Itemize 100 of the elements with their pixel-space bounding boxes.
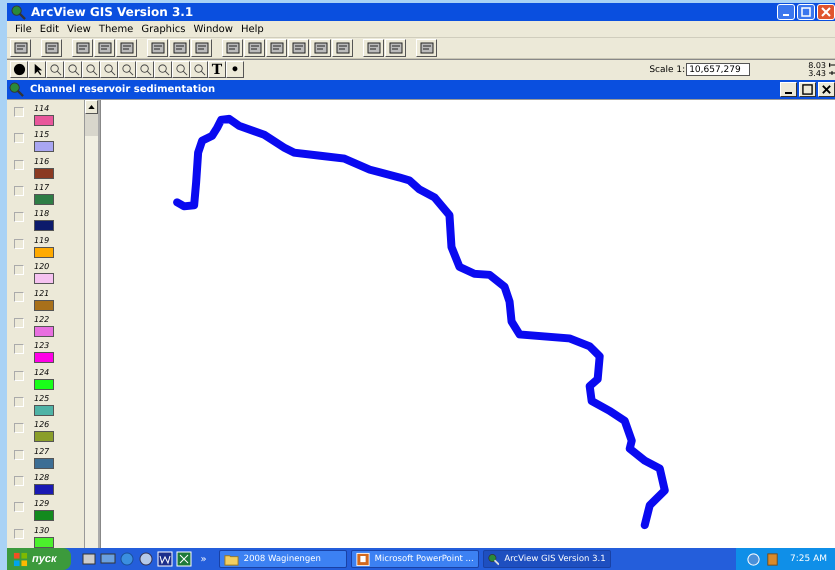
checkbox[interactable] (14, 423, 24, 434)
checkbox[interactable] (14, 292, 24, 302)
measure-tool-button[interactable] (136, 61, 154, 78)
checkbox[interactable] (14, 160, 24, 170)
zoom-out-tool-button[interactable] (100, 61, 118, 78)
menu-item[interactable]: View (63, 24, 95, 34)
checkbox[interactable] (14, 238, 24, 249)
checkbox[interactable] (14, 528, 24, 539)
lightning-tool-button[interactable] (154, 61, 172, 78)
windows-flag-icon (13, 552, 28, 566)
checkbox[interactable] (14, 265, 24, 276)
scroll-thumb[interactable] (85, 114, 98, 136)
binoculars-button[interactable] (147, 39, 168, 57)
menu-item[interactable]: Edit (36, 24, 64, 34)
checkbox[interactable] (14, 370, 24, 381)
frame-tool-button[interactable] (64, 61, 82, 78)
scrollbar[interactable] (84, 100, 98, 548)
battery-icon[interactable] (765, 552, 780, 566)
up-arrow-icon (88, 105, 95, 109)
save-button[interactable] (10, 39, 31, 57)
maximize-icon (800, 6, 812, 18)
select-tool-button[interactable] (172, 61, 190, 78)
layer-select-button[interactable] (266, 39, 287, 57)
layer-add-button[interactable] (222, 39, 243, 57)
text-tool-button[interactable]: • (226, 61, 244, 78)
legend-label: 116 (34, 156, 50, 166)
maximize-button[interactable] (799, 82, 816, 97)
add-button[interactable] (41, 39, 62, 57)
more-button[interactable]: » (200, 554, 207, 564)
minimize-button[interactable] (780, 82, 797, 97)
menu-item[interactable]: Window (190, 24, 237, 34)
help-button[interactable] (416, 39, 437, 57)
checkbox[interactable] (14, 133, 24, 144)
legend-label: 119 (34, 236, 50, 245)
arrow-tool-button[interactable] (28, 61, 46, 78)
properties-button[interactable] (72, 39, 93, 57)
pencil-button[interactable] (94, 39, 115, 57)
y-coordinate: 3.43 (808, 70, 826, 78)
hand-tool-button[interactable] (118, 61, 136, 78)
checkbox[interactable] (14, 107, 24, 117)
scale-field[interactable]: 10,657,279 (686, 63, 750, 76)
legend-label: 122 (34, 314, 50, 324)
document-icon[interactable] (156, 551, 173, 567)
taskbar-button[interactable]: 2008 Waginengen (218, 550, 347, 568)
checkbox[interactable] (14, 396, 24, 407)
zoom-out-icon (102, 63, 116, 76)
spreadsheet-icon[interactable] (176, 551, 192, 567)
polygon-tool-button[interactable] (190, 61, 208, 78)
table-button[interactable] (116, 39, 137, 57)
zoom-previous-button[interactable] (332, 39, 353, 57)
legend-label: 117 (34, 183, 50, 192)
layer-edit-button[interactable] (244, 39, 265, 57)
grid-button[interactable] (363, 39, 384, 57)
legend-label: 127 (34, 446, 50, 456)
taskbar-button[interactable]: Microsoft PowerPoint ... (350, 550, 479, 568)
hammer-button[interactable] (191, 39, 212, 57)
menu-item[interactable]: Graphics (137, 24, 190, 34)
taskbar-button[interactable]: ArcView GIS Version 3.1 (482, 550, 611, 568)
close-icon (821, 84, 832, 95)
checkbox[interactable] (14, 450, 24, 460)
zoom-in-tool-button[interactable] (82, 61, 100, 78)
checkbox[interactable] (14, 186, 24, 196)
menu-item[interactable]: Theme (94, 24, 138, 34)
legend-label: 128 (34, 473, 50, 482)
window-title: ArcView GIS Version 3.1 (31, 5, 194, 19)
checkbox[interactable] (14, 318, 24, 328)
globe-magnifier-icon (488, 552, 500, 566)
menu-item[interactable]: Help (236, 24, 268, 34)
close-button[interactable] (818, 82, 835, 97)
info-tool-button[interactable] (10, 61, 28, 78)
layout-button[interactable] (385, 39, 406, 57)
vertex-tool-button[interactable] (46, 61, 64, 78)
info-icon (12, 63, 26, 76)
quick-launch-icon[interactable] (80, 551, 97, 567)
menu-item[interactable]: File (11, 24, 36, 34)
view-title: Channel reservoir sedimentation (30, 84, 216, 95)
globe-magnifier-icon (9, 82, 24, 97)
media-icon[interactable] (138, 551, 154, 567)
legend-label: 121 (34, 288, 50, 298)
x-coordinate: 8.03 (808, 62, 826, 70)
legend-label: 130 (34, 526, 50, 535)
checkbox[interactable] (14, 476, 24, 486)
query-button[interactable] (169, 39, 190, 57)
legend-label: 124 (34, 368, 50, 377)
scroll-up-button[interactable] (85, 100, 98, 114)
zoom-extent-button[interactable] (310, 39, 331, 57)
text-tool-button[interactable]: T (208, 61, 226, 78)
legend-label: 126 (34, 420, 50, 430)
start-button[interactable]: пуск (7, 548, 71, 570)
legend-label: 115 (34, 130, 50, 140)
zoom-in-icon (84, 63, 98, 76)
legend-label: 129 (34, 499, 50, 508)
close-icon (820, 6, 832, 18)
minimize-icon (785, 92, 792, 94)
network-icon[interactable] (746, 552, 761, 566)
checkbox[interactable] (14, 212, 24, 222)
checkbox[interactable] (14, 502, 24, 512)
globe-magnifier-icon (11, 4, 26, 20)
checkbox[interactable] (14, 344, 24, 354)
zoom-full-button[interactable] (288, 39, 309, 57)
